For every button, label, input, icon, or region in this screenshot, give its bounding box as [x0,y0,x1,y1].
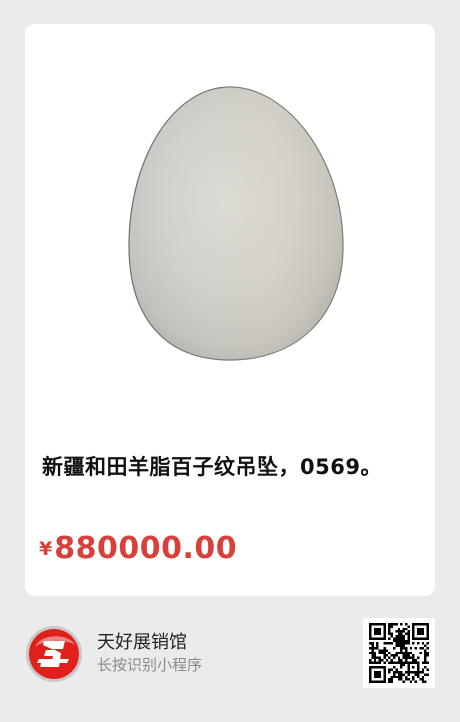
qr-code-icon [369,623,429,683]
share-footer: 天好展销馆 长按识别小程序 [0,596,460,722]
shop-name[interactable]: 天好展销馆 [97,628,187,654]
product-title: 新疆和田羊脂百子纹吊坠，0569。 [42,455,382,479]
currency-symbol: ¥ [39,538,53,560]
jade-egg-pendant-image [128,86,344,361]
product-price: ¥880000.00 [39,531,237,566]
shop-hint: 长按识别小程序 [97,656,203,674]
qr-code[interactable] [363,618,435,688]
price-amount: 880000.00 [54,531,238,566]
shop-logo-icon [26,626,82,682]
product-card[interactable]: 新疆和田羊脂百子纹吊坠，0569。 ¥880000.00 [25,24,435,596]
